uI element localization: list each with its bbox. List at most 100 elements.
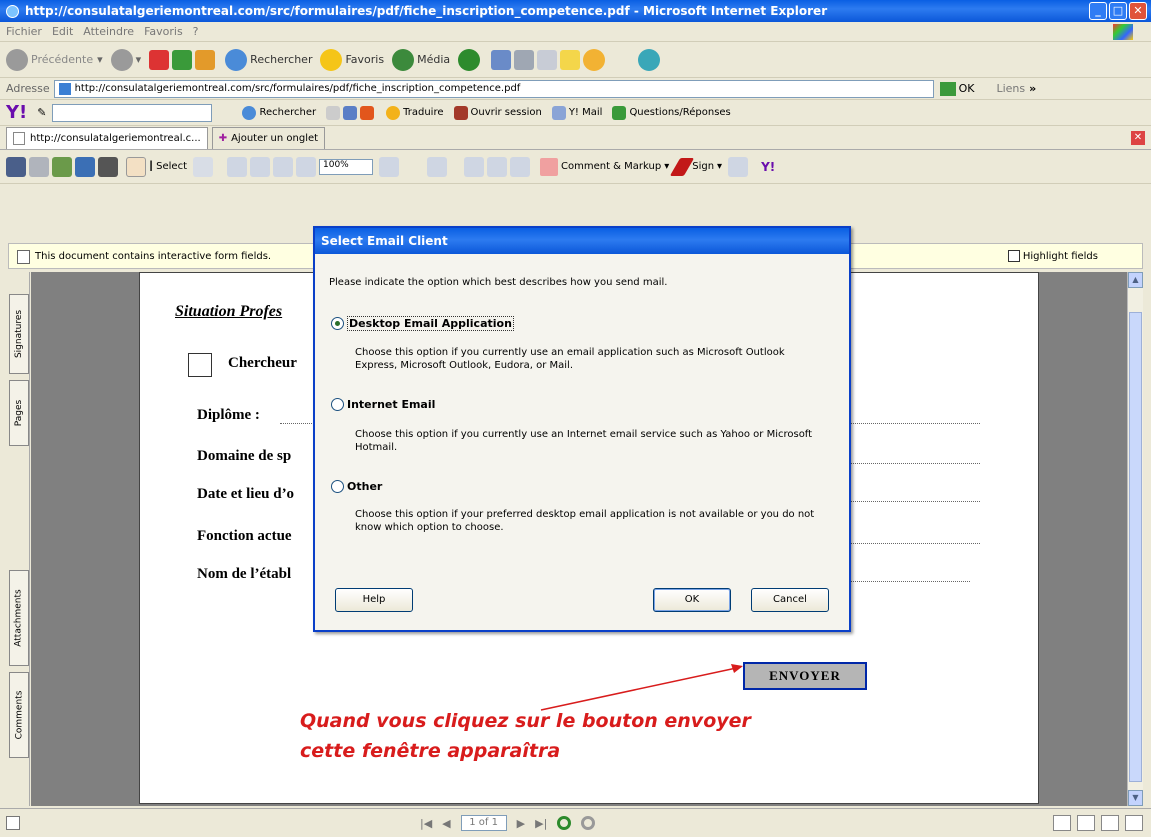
yahoo-icon[interactable]: Y! [761, 160, 775, 174]
menu-edit[interactable]: Edit [52, 25, 73, 38]
go-button[interactable]: OK [939, 81, 974, 96]
option-other[interactable]: Other [331, 480, 382, 493]
email-icon[interactable] [52, 156, 72, 177]
menu-file[interactable]: Fichier [6, 25, 42, 38]
yahoo-toolbar: Y! ✎ Rechercher Traduire Ouvrir session … [0, 100, 1151, 126]
spelling-icon[interactable] [464, 156, 484, 177]
zoom-field[interactable]: 100% [319, 158, 373, 175]
globe-icon[interactable] [75, 156, 95, 177]
shopping-icon[interactable] [360, 105, 375, 120]
pencil-icon[interactable]: ✎ [37, 106, 46, 119]
yahoo-mail-button[interactable]: Y! Mail [551, 105, 602, 120]
cancel-button[interactable]: Cancel [751, 588, 829, 612]
binoculars-icon[interactable] [98, 156, 118, 177]
hand-tool-icon[interactable] [126, 156, 146, 177]
next-view-icon[interactable] [581, 816, 596, 830]
sign-button[interactable]: Sign ▾ [670, 157, 722, 176]
menu-help[interactable]: ? [193, 25, 199, 38]
last-page-icon[interactable]: ▶| [535, 817, 547, 830]
fit-page-icon[interactable] [250, 156, 270, 177]
links-button[interactable]: Liens [996, 82, 1025, 95]
print-icon[interactable] [29, 156, 49, 177]
help-button[interactable]: Help [335, 588, 413, 612]
home-icon[interactable] [195, 49, 216, 70]
facing-icon[interactable] [1101, 815, 1119, 831]
option-desktop-email[interactable]: Desktop Email Application [331, 316, 514, 331]
tab-comments[interactable]: Comments [9, 672, 29, 758]
signin-button[interactable]: Ouvrir session [453, 105, 542, 120]
yahoo-search-button[interactable]: Rechercher [242, 105, 316, 120]
windows-logo-icon [1113, 24, 1133, 40]
radio-icon[interactable] [331, 398, 344, 411]
menu-goto[interactable]: Atteindre [83, 25, 134, 38]
previous-view-icon[interactable] [557, 816, 572, 830]
snapshot-icon[interactable] [193, 156, 213, 177]
refresh-icon[interactable] [172, 49, 193, 70]
tab-pages[interactable]: Pages [9, 380, 29, 446]
read-icon[interactable] [510, 156, 530, 177]
notes-icon[interactable] [560, 49, 581, 70]
document-icon[interactable] [6, 816, 20, 830]
rotate-icon[interactable] [487, 156, 507, 177]
add-tab-button[interactable]: ✚ Ajouter un onglet [211, 126, 326, 149]
vertical-scrollbar[interactable]: ▲ ▼ [1127, 272, 1143, 806]
continuous-facing-icon[interactable] [1125, 815, 1143, 831]
search-button[interactable]: Rechercher [225, 48, 312, 71]
favorites-button[interactable]: Favoris [320, 48, 384, 71]
tab-current[interactable]: http://consulatalgeriemontreal.c... [6, 126, 208, 149]
forward-button[interactable]: ▾ [110, 48, 141, 71]
comment-markup-button[interactable]: Comment & Markup ▾ [540, 157, 669, 176]
zoom-out-icon[interactable] [296, 156, 316, 177]
previous-page-icon[interactable]: ◀ [442, 817, 450, 830]
address-input[interactable]: http://consulatalgeriemontreal.com/src/f… [53, 79, 934, 98]
back-button[interactable]: Précédente ▾ [6, 48, 103, 71]
scroll-up-icon[interactable]: ▲ [1128, 272, 1143, 288]
media-button[interactable]: Média [392, 48, 450, 71]
select-tool[interactable]: I Select [149, 159, 187, 175]
translate-button[interactable]: Traduire [386, 105, 444, 120]
tab-attachments[interactable]: Attachments [9, 570, 29, 666]
yahoo-search-input[interactable] [52, 103, 213, 122]
answers-button[interactable]: Questions/Réponses [612, 105, 731, 120]
option-other-desc: Choose this option if your preferred des… [355, 509, 815, 533]
close-tab-icon[interactable]: ✕ [1131, 131, 1145, 145]
pages-icon[interactable] [427, 156, 447, 177]
menu-favorites[interactable]: Favoris [144, 25, 183, 38]
print-icon[interactable] [514, 49, 535, 70]
radio-selected-icon[interactable] [331, 317, 344, 330]
search-icon [225, 48, 248, 71]
mail-icon[interactable] [491, 49, 512, 70]
people-icon[interactable] [638, 48, 661, 71]
maximize-button[interactable]: □ [1109, 2, 1127, 20]
close-button[interactable]: ✕ [1129, 2, 1147, 20]
scroll-down-icon[interactable]: ▼ [1128, 790, 1143, 806]
title-bar: http://consulatalgeriemontreal.com/src/f… [0, 0, 1151, 22]
next-page-icon[interactable]: ▶ [517, 817, 525, 830]
text-cursor-icon: I [149, 158, 154, 175]
page-layout-buttons [1053, 815, 1143, 831]
zoom-in-icon[interactable] [227, 156, 247, 177]
first-page-icon[interactable]: |◀ [420, 817, 432, 830]
edit-icon[interactable] [537, 49, 558, 70]
fit-width-icon[interactable] [273, 156, 293, 177]
minimize-button[interactable]: _ [1089, 2, 1107, 20]
tab-signatures[interactable]: Signatures [9, 294, 29, 374]
highlight-fields-toggle[interactable]: Highlight fields [1007, 250, 1098, 262]
zoom-plus-icon[interactable] [379, 156, 399, 177]
document-icon[interactable] [728, 156, 749, 177]
single-page-icon[interactable] [1053, 815, 1071, 831]
history-icon[interactable] [458, 48, 481, 71]
radio-icon[interactable] [331, 480, 344, 493]
ok-button[interactable]: OK [653, 588, 731, 612]
messenger-icon[interactable] [583, 48, 606, 71]
stop-icon[interactable] [149, 49, 170, 70]
option-internet-email[interactable]: Internet Email [331, 398, 435, 411]
yahoo-logo-icon[interactable]: Y! [6, 102, 27, 123]
highlight-icon[interactable] [326, 105, 341, 120]
news-icon[interactable] [343, 105, 358, 120]
page-number-field[interactable]: 1 of 1 [460, 815, 507, 831]
scroll-thumb[interactable] [1129, 312, 1142, 782]
save-icon[interactable] [6, 156, 26, 177]
continuous-icon[interactable] [1077, 815, 1095, 831]
highlight-checkbox[interactable] [1007, 250, 1020, 262]
